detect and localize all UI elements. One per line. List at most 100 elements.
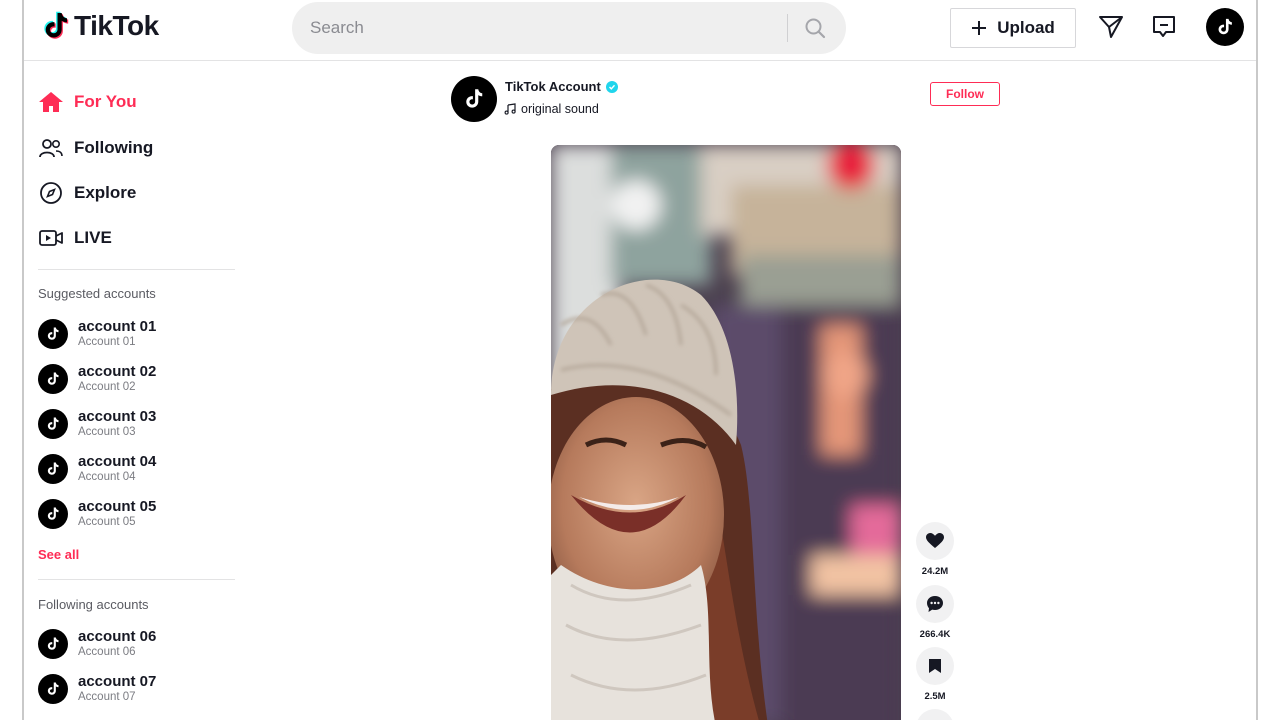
comment-button[interactable] <box>916 585 954 623</box>
account-name: account 04 <box>78 453 157 471</box>
account-text: account 03 Account 03 <box>78 408 156 440</box>
users-icon <box>38 135 64 161</box>
verified-badge-icon <box>605 80 618 93</box>
account-text: account 05 Account 05 <box>78 498 156 530</box>
app-frame: TikTok Upload <box>22 0 1258 720</box>
follow-button[interactable]: Follow <box>930 82 1000 106</box>
nav-explore[interactable]: Explore <box>38 178 136 208</box>
video-player[interactable] <box>551 145 901 720</box>
top-header: TikTok Upload <box>24 0 1256 61</box>
save-action[interactable]: 2.5M <box>915 647 955 702</box>
home-icon <box>38 89 64 115</box>
bookmark-icon <box>929 659 941 673</box>
compass-icon <box>38 180 64 206</box>
account-name: account 03 <box>78 408 157 426</box>
account-name: account 05 <box>78 498 157 516</box>
share-button[interactable] <box>916 709 954 720</box>
account-item[interactable]: account 01 Account 01 <box>38 316 156 352</box>
nav-for-you[interactable]: For You <box>38 87 137 117</box>
search-divider <box>787 14 788 42</box>
account-item[interactable]: account 07 Account 07 <box>38 671 156 707</box>
post-author-avatar[interactable] <box>451 76 497 122</box>
save-button[interactable] <box>916 647 954 685</box>
upload-button[interactable]: Upload <box>950 8 1076 48</box>
like-action[interactable]: 24.2M <box>915 522 955 577</box>
account-handle: Account 01 <box>78 336 136 349</box>
account-name: account 01 <box>78 318 157 336</box>
logo-text: TikTok <box>74 10 159 41</box>
comment-count: 266.4K <box>919 629 951 640</box>
tiktok-note-icon <box>47 372 59 385</box>
account-avatar <box>38 454 68 484</box>
like-count: 24.2M <box>921 566 949 577</box>
search-button[interactable] <box>800 13 830 43</box>
account-text: account 02 Account 02 <box>78 363 156 395</box>
account-item[interactable]: account 05 Account 05 <box>38 496 156 532</box>
account-avatar <box>38 674 68 704</box>
account-item[interactable]: account 02 Account 02 <box>38 361 156 397</box>
video-frame-image <box>551 145 901 720</box>
account-item[interactable]: account 04 Account 04 <box>38 451 156 487</box>
nav-live[interactable]: LIVE <box>38 223 112 253</box>
account-avatar <box>38 319 68 349</box>
suggested-accounts-title: Suggested accounts <box>38 286 156 301</box>
search-icon <box>805 18 826 39</box>
sidebar: For You Following Explore LIVE Suggested… <box>24 62 239 720</box>
like-button[interactable] <box>916 522 954 560</box>
nav-label: LIVE <box>74 228 112 247</box>
see-all-link[interactable]: See all <box>38 547 79 562</box>
tiktok-note-icon <box>47 417 59 430</box>
author-name-text: TikTok Account <box>505 79 601 94</box>
tiktok-note-icon <box>47 462 59 475</box>
tiktok-logo-icon <box>44 11 69 39</box>
heart-icon <box>926 533 944 548</box>
account-handle: Account 05 <box>78 516 136 529</box>
account-text: account 04 Account 04 <box>78 453 156 485</box>
music-note-icon <box>504 103 516 115</box>
search-input[interactable] <box>292 18 772 38</box>
account-avatar <box>38 499 68 529</box>
account-handle: Account 03 <box>78 426 136 439</box>
account-name: account 06 <box>78 628 157 646</box>
account-handle: Account 04 <box>78 471 136 484</box>
tiktok-logo[interactable]: TikTok <box>42 10 159 42</box>
search-bar <box>292 2 846 54</box>
post-author-name[interactable]: TikTok Account <box>505 79 618 94</box>
nav-label: For You <box>74 92 137 111</box>
messages-button[interactable] <box>1096 12 1126 42</box>
nav-label: Following <box>74 138 154 157</box>
divider <box>38 269 235 270</box>
inbox-button[interactable] <box>1149 12 1179 42</box>
profile-avatar[interactable] <box>1206 8 1244 46</box>
plus-icon <box>972 21 987 35</box>
account-text: account 01 Account 01 <box>78 318 156 350</box>
account-text: account 07 Account 07 <box>78 673 156 705</box>
account-name: account 07 <box>78 673 157 691</box>
account-item[interactable]: account 03 Account 03 <box>38 406 156 442</box>
share-action[interactable] <box>915 709 955 720</box>
following-accounts-title: Following accounts <box>38 597 149 612</box>
upload-label: Upload <box>997 18 1055 37</box>
account-avatar <box>38 629 68 659</box>
save-count: 2.5M <box>924 691 946 702</box>
account-handle: Account 07 <box>78 691 136 704</box>
tiktok-note-icon <box>47 507 59 520</box>
nav-following[interactable]: Following <box>38 133 153 163</box>
post-sound[interactable]: original sound <box>504 102 599 116</box>
tiktok-note-icon <box>47 327 59 340</box>
account-text: account 06 Account 06 <box>78 628 156 660</box>
nav-label: Explore <box>74 183 137 202</box>
tiktok-note-icon <box>466 89 483 108</box>
sound-name: original sound <box>521 102 599 116</box>
tiktok-note-icon <box>1218 18 1232 35</box>
account-avatar <box>38 364 68 394</box>
live-icon <box>38 225 64 251</box>
comment-action[interactable]: 266.4K <box>915 585 955 640</box>
account-handle: Account 06 <box>78 646 136 659</box>
account-item[interactable]: account 06 Account 06 <box>38 626 156 662</box>
divider <box>38 579 235 580</box>
tiktok-note-icon <box>47 682 59 695</box>
comment-icon <box>927 596 943 612</box>
send-icon <box>1099 16 1123 38</box>
account-handle: Account 02 <box>78 381 136 394</box>
